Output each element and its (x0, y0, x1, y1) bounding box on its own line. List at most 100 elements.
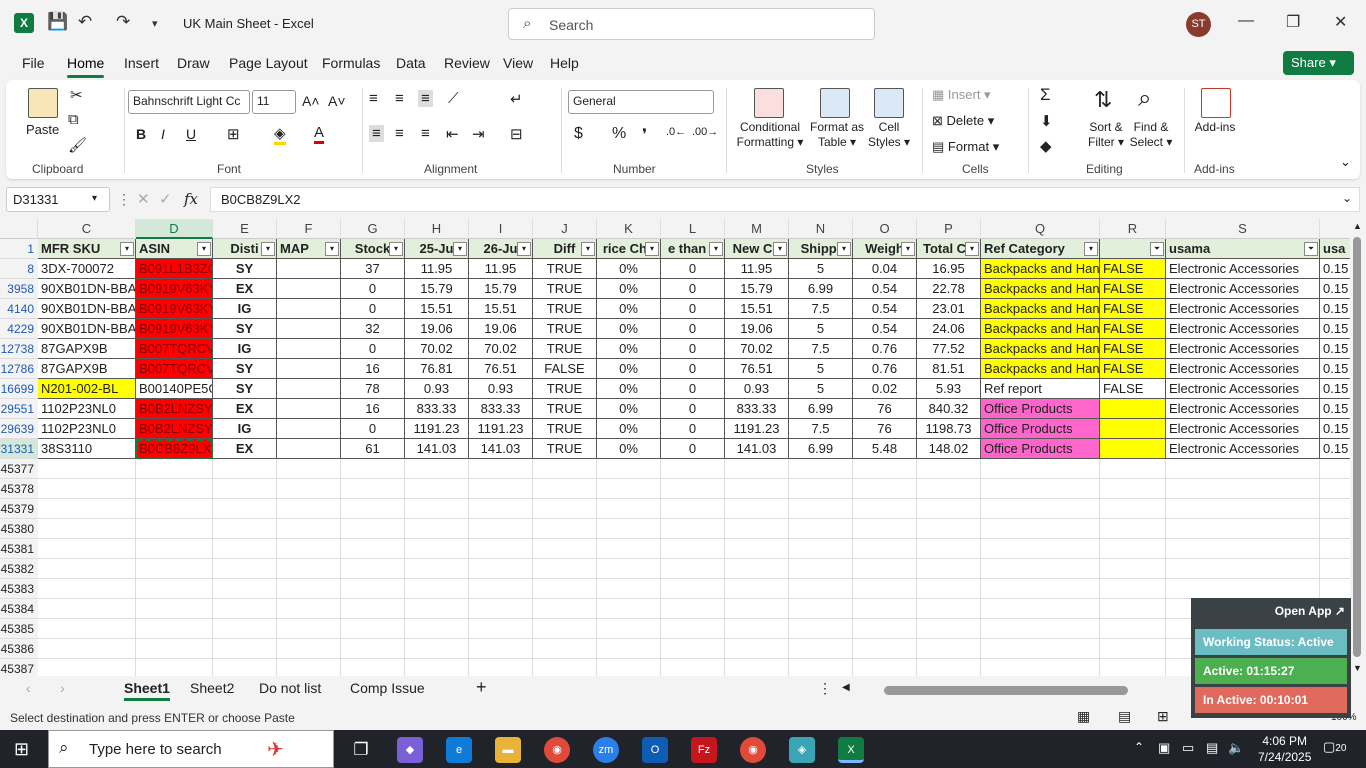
wrap-text-icon[interactable]: ↵ (510, 90, 523, 108)
empty-cell[interactable] (1320, 459, 1350, 479)
tab-comp-issue[interactable]: Comp Issue (350, 680, 425, 696)
table-cell[interactable]: Office Products (981, 439, 1100, 459)
italic-icon[interactable]: I (161, 126, 165, 142)
table-cell[interactable]: 0 (661, 419, 725, 439)
table-cell[interactable]: 1198.73 (917, 419, 981, 439)
volume-icon[interactable]: 🔈 (1228, 740, 1244, 756)
table-cell[interactable]: 19.06 (405, 319, 469, 339)
table-cell[interactable]: 7.5 (789, 339, 853, 359)
chrome-icon[interactable]: ◉ (544, 737, 570, 763)
row-number[interactable]: 45385 (0, 619, 38, 639)
table-cell[interactable]: 5 (789, 359, 853, 379)
empty-cell[interactable] (341, 559, 405, 579)
cell-styles-button[interactable]: Cell Styles ▾ (866, 120, 912, 150)
notification-icon[interactable]: ▢20 (1323, 739, 1346, 755)
table-cell[interactable]: 76.51 (725, 359, 789, 379)
table-cell[interactable] (277, 319, 341, 339)
paste-button[interactable]: Paste (26, 122, 59, 137)
share-button[interactable]: Share ▾ (1283, 51, 1354, 75)
empty-cell[interactable] (853, 499, 917, 519)
table-cell[interactable]: 19.06 (469, 319, 533, 339)
format-cells-button[interactable]: ▤ Format ▾ (932, 139, 999, 155)
redo-icon[interactable]: ↷ (116, 12, 130, 32)
empty-cell[interactable] (981, 559, 1100, 579)
table-cell[interactable]: 16 (341, 359, 405, 379)
filter-dropdown-icon[interactable]: ▾ (389, 242, 403, 256)
filezilla-icon[interactable]: Fz (691, 737, 717, 763)
file-explorer-icon[interactable]: ▬ (495, 737, 521, 763)
menu-file[interactable]: File (22, 55, 45, 71)
table-cell[interactable]: 76.81 (405, 359, 469, 379)
number-format-select[interactable]: General (568, 90, 714, 114)
search-input[interactable]: Search (549, 17, 593, 33)
empty-cell[interactable] (789, 559, 853, 579)
empty-cell[interactable] (661, 579, 725, 599)
empty-cell[interactable] (597, 659, 661, 676)
table-cell[interactable]: TRUE (533, 319, 597, 339)
empty-cell[interactable] (341, 579, 405, 599)
table-cell[interactable]: B0919V63KY (136, 299, 213, 319)
table-cell[interactable]: 148.02 (917, 439, 981, 459)
comma-icon[interactable]: ❜ (642, 125, 647, 145)
empty-cell[interactable] (661, 539, 725, 559)
copy-icon[interactable]: ⧉ (68, 111, 79, 128)
empty-cell[interactable] (213, 599, 277, 619)
empty-cell[interactable] (341, 659, 405, 676)
empty-cell[interactable] (38, 519, 136, 539)
empty-cell[interactable] (1100, 599, 1166, 619)
empty-cell[interactable] (789, 539, 853, 559)
empty-cell[interactable] (469, 659, 533, 676)
empty-cell[interactable] (1100, 579, 1166, 599)
table-cell[interactable]: 78 (341, 379, 405, 399)
filter-dropdown-icon[interactable]: ▾ (965, 242, 979, 256)
empty-cell[interactable] (597, 639, 661, 659)
row-number[interactable]: 3958 (0, 279, 38, 299)
undo-icon[interactable]: ↶ (78, 12, 92, 32)
table-cell[interactable]: 32 (341, 319, 405, 339)
empty-cell[interactable] (136, 519, 213, 539)
empty-cell[interactable] (277, 459, 341, 479)
empty-cell[interactable] (725, 619, 789, 639)
empty-cell[interactable] (469, 619, 533, 639)
table-cell[interactable] (1100, 439, 1166, 459)
empty-cell[interactable] (405, 619, 469, 639)
empty-cell[interactable] (917, 459, 981, 479)
empty-cell[interactable] (533, 619, 597, 639)
table-cell[interactable]: 0.15 (1320, 279, 1350, 299)
empty-cell[interactable] (277, 519, 341, 539)
row-number[interactable]: 4140 (0, 299, 38, 319)
copilot-icon[interactable]: ◆ (397, 737, 423, 763)
table-cell[interactable]: B007TQRCV4 (136, 339, 213, 359)
menu-review[interactable]: Review (444, 55, 490, 71)
empty-cell[interactable] (533, 659, 597, 676)
empty-cell[interactable] (38, 659, 136, 676)
empty-cell[interactable] (1166, 519, 1320, 539)
search-box[interactable]: ⌕ Search (508, 8, 875, 40)
zoom-app-icon[interactable]: zm (593, 737, 619, 763)
empty-cell[interactable] (136, 539, 213, 559)
prev-sheet-icon[interactable]: ‹ (26, 680, 31, 696)
table-cell[interactable]: Electronic Accessories (1166, 339, 1320, 359)
column-header-q[interactable]: Q (981, 219, 1100, 239)
table-cell[interactable]: 0.15 (1320, 319, 1350, 339)
paste-icon[interactable] (28, 88, 58, 118)
empty-cell[interactable] (1100, 479, 1166, 499)
table-cell[interactable]: TRUE (533, 439, 597, 459)
table-cell[interactable]: B0CB8Z9LX2 (136, 439, 213, 459)
empty-cell[interactable] (789, 619, 853, 639)
empty-cell[interactable] (853, 659, 917, 676)
tab-do-not-list[interactable]: Do not list (259, 680, 321, 696)
row-number[interactable]: 45380 (0, 519, 38, 539)
empty-cell[interactable] (136, 479, 213, 499)
collapse-ribbon-icon[interactable]: ⌄ (1340, 154, 1351, 170)
table-cell[interactable]: 0.76 (853, 359, 917, 379)
empty-cell[interactable] (597, 479, 661, 499)
table-cell[interactable]: FALSE (533, 359, 597, 379)
merge-center-icon[interactable]: ⊟ (510, 125, 523, 143)
menu-page-layout[interactable]: Page Layout (229, 55, 308, 71)
table-cell[interactable]: 70.02 (725, 339, 789, 359)
table-cell[interactable]: 15.51 (725, 299, 789, 319)
empty-cell[interactable] (981, 499, 1100, 519)
table-cell[interactable]: 90XB01DN-BBA000 (38, 299, 136, 319)
align-middle-icon[interactable]: ≡ (395, 90, 404, 107)
